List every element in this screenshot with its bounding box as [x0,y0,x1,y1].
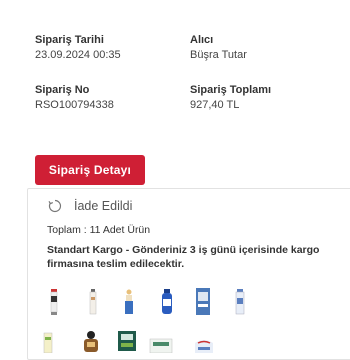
product-thumbnail-11[interactable] [193,335,215,358]
order-number-value: RSO100794338 [35,99,114,111]
product-thumbnail-1[interactable] [49,289,59,320]
product-thumbnail-4[interactable] [160,289,174,320]
product-thumbnail-2[interactable] [88,289,98,320]
order-date-value: 23.09.2024 00:35 [35,49,121,61]
order-date: Sipariş Tarihi 23.09.2024 00:35 [35,33,121,62]
order-date-label: Sipariş Tarihi [35,34,104,46]
buyer-label: Alıcı [190,34,214,46]
order-number: Sipariş No RSO100794338 [35,83,114,112]
buyer-value: Büşra Tutar [190,49,247,61]
product-thumbnail-7[interactable] [42,331,54,358]
product-thumbnail-3[interactable] [123,289,135,320]
order-detail-button[interactable]: Sipariş Detayı [35,155,145,185]
product-grid [28,189,350,359]
order-number-label: Sipariş No [35,84,90,96]
product-thumbnail-6[interactable] [234,289,246,320]
product-thumbnail-10[interactable] [149,333,173,358]
product-thumbnail-9[interactable] [116,329,138,356]
product-thumbnail-5[interactable] [194,288,212,321]
shipment-card: İade Edildi Toplam : 11 Adet Ürün Standa… [27,188,350,360]
product-thumbnail-8[interactable] [81,329,101,358]
buyer: Alıcı Büşra Tutar [190,33,247,62]
order-total-label: Sipariş Toplamı [190,84,272,96]
order-total: Sipariş Toplamı 927,40 TL [190,83,271,112]
order-total-value: 927,40 TL [190,99,240,111]
